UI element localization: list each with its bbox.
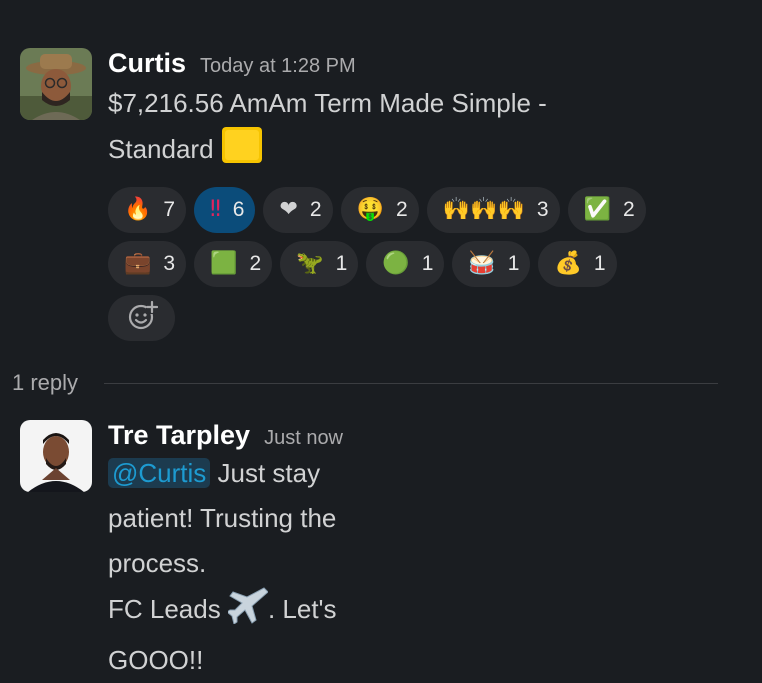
- message-text-line: $7,216.56 AmAm Term Made Simple -: [108, 88, 547, 118]
- reaction-count: 3: [536, 198, 549, 221]
- reaction-raised-hands[interactable]: 🙌🙌🙌 3: [426, 187, 560, 233]
- user-mention[interactable]: @Curtis: [108, 458, 211, 488]
- thread-divider: 1 reply: [12, 370, 718, 396]
- reaction-green-square[interactable]: 🟩 2: [194, 241, 273, 287]
- green-circle-icon: 🟢: [382, 251, 410, 276]
- reaction-money-mouth-face[interactable]: 🤑 2: [340, 187, 419, 233]
- reaction-briefcase[interactable]: 💼 3: [108, 241, 187, 287]
- divider-line: [104, 382, 718, 384]
- add-reaction-button[interactable]: [108, 295, 175, 341]
- message-body: @Curtis Just stay patient! Trusting the …: [108, 451, 343, 683]
- reaction-green-circle[interactable]: 🟢 1: [366, 241, 445, 287]
- raised-hands-icon: 🙌🙌🙌: [442, 197, 525, 222]
- money-bag-icon: 💰: [554, 251, 582, 276]
- reaction-count: 1: [421, 252, 434, 275]
- reaction-count: 3: [163, 252, 176, 275]
- author-name[interactable]: Curtis: [108, 48, 186, 79]
- timestamp[interactable]: Just now: [264, 427, 343, 450]
- double-exclamation-icon: ‼: [210, 197, 221, 222]
- reaction-count: 1: [335, 252, 348, 275]
- t-rex-icon: 🦖: [296, 251, 324, 276]
- message-text-line: @Curtis Just stay patient! Trusting the …: [108, 451, 343, 586]
- reaction-count: 6: [232, 198, 245, 221]
- author-name[interactable]: Tre Tarpley: [108, 420, 250, 451]
- reaction-fire[interactable]: 🔥 7: [108, 187, 187, 233]
- reaction-count: 2: [309, 198, 322, 221]
- yellow-square-icon: [221, 126, 263, 178]
- reaction-count: 1: [593, 252, 606, 275]
- reaction-count: 7: [163, 198, 176, 221]
- reaction-count: 2: [396, 198, 408, 221]
- reaction-drum[interactable]: 🥁 1: [452, 241, 531, 287]
- airplane-icon: [226, 586, 269, 638]
- fire-icon: 🔥: [124, 197, 152, 222]
- green-square-icon: 🟩: [210, 251, 238, 276]
- message-header: Curtis Today at 1:28 PM: [108, 48, 668, 79]
- reaction-red-heart[interactable]: ❤ 2: [263, 187, 333, 233]
- reaction-check-mark-button[interactable]: ✅ 2: [567, 187, 646, 233]
- message-body: $7,216.56 AmAm Term Made Simple - Standa…: [108, 81, 668, 178]
- message-text-line: Standard: [108, 126, 668, 178]
- check-mark-button-icon: ✅: [583, 197, 611, 222]
- reaction-t-rex[interactable]: 🦖 1: [280, 241, 359, 287]
- reaction-count: 1: [507, 252, 520, 275]
- red-heart-icon: ❤: [279, 197, 298, 222]
- avatar[interactable]: [20, 48, 92, 120]
- reaction-count: 2: [249, 252, 262, 275]
- timestamp[interactable]: Today at 1:28 PM: [200, 55, 356, 78]
- add-reaction-icon: [126, 300, 158, 337]
- reaction-double-exclamation[interactable]: ‼ 6: [194, 187, 256, 233]
- message-text-line: FC Leads . Let's GOOO!!: [108, 586, 343, 683]
- reactions-bar: 🔥 7 ‼ 6 ❤ 2 🤑 2 🙌🙌🙌 3 ✅ 2 💼 3 🟩 2 🦖 1 🟢 1 🥁 1 💰 1: [108, 187, 668, 349]
- message-text: Standard: [108, 134, 214, 164]
- avatar[interactable]: [20, 420, 92, 492]
- drum-icon: 🥁: [468, 251, 496, 276]
- message-header: Tre Tarpley Just now: [108, 420, 343, 451]
- money-mouth-face-icon: 🤑: [356, 197, 384, 222]
- message-text: FC Leads: [108, 594, 228, 624]
- reply-count[interactable]: 1 reply: [12, 370, 78, 396]
- reaction-count: 2: [622, 198, 635, 221]
- briefcase-icon: 💼: [124, 251, 152, 276]
- reaction-money-bag[interactable]: 💰 1: [538, 241, 617, 287]
